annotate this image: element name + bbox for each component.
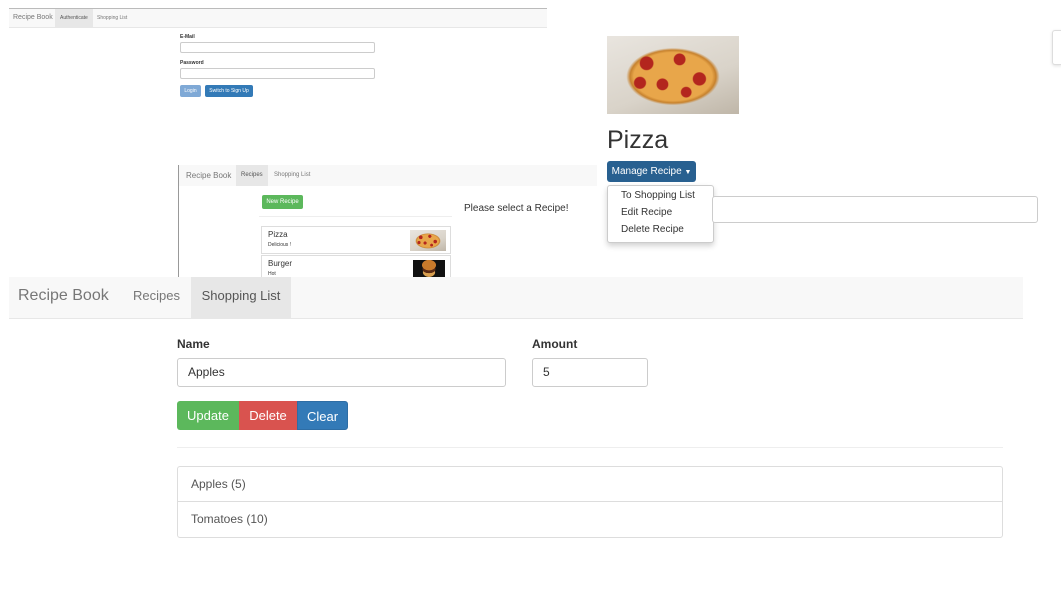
recipe-detail-panel: [712, 196, 1038, 223]
tab-recipes[interactable]: Recipes: [121, 277, 192, 318]
tab-shopping-list[interactable]: Shopping List: [191, 277, 291, 318]
shopping-list: Apples (5) Tomatoes (10): [177, 466, 1003, 538]
recipes-navbar-brand[interactable]: Recipe Book: [186, 171, 231, 180]
tab-shopping-list-small[interactable]: Shopping List: [97, 9, 127, 27]
divider: [177, 447, 1003, 448]
amount-input[interactable]: 5: [532, 358, 648, 387]
name-input[interactable]: Apples: [177, 358, 506, 387]
recipes-navbar: Recipe Book Recipes Shopping List: [179, 165, 597, 186]
main-navbar: Recipe Book Recipes Shopping List: [9, 277, 1023, 319]
main-navbar-brand[interactable]: Recipe Book: [18, 287, 109, 305]
recipe-list-item[interactable]: Pizza Delicious !: [261, 226, 451, 254]
list-item[interactable]: Apples (5): [178, 467, 1002, 502]
recipe-thumbnail: [413, 260, 445, 277]
list-item-label: Apples (5): [191, 477, 246, 491]
recipe-title: Pizza: [607, 126, 669, 154]
new-recipe-button[interactable]: New Recipe: [262, 195, 303, 209]
menu-item-edit-recipe[interactable]: Edit Recipe: [621, 207, 672, 218]
recipe-item-name: Pizza: [268, 230, 288, 239]
email-label: E-Mail: [180, 34, 195, 40]
manage-recipe-dropdown: To Shopping List Edit Recipe Delete Reci…: [607, 185, 714, 243]
manage-recipe-button[interactable]: Manage Recipe ▼: [607, 161, 696, 182]
clear-button[interactable]: Clear: [297, 401, 348, 430]
list-item-label: Tomatoes (10): [191, 512, 268, 526]
recipe-item-description: Delicious !: [268, 242, 292, 248]
name-label: Name: [177, 337, 210, 351]
auth-navbar-brand[interactable]: Recipe Book: [13, 14, 53, 21]
select-recipe-placeholder: Please select a Recipe!: [464, 203, 569, 214]
list-item[interactable]: Tomatoes (10): [178, 502, 1002, 537]
tab-shopping-list-label: Shopping List: [97, 15, 128, 21]
caret-down-icon: ▼: [684, 169, 692, 176]
recipe-list-item[interactable]: Burger Hot: [261, 255, 451, 277]
menu-item-delete-recipe[interactable]: Delete Recipe: [621, 224, 684, 235]
tab-recipes-label: Recipes: [241, 172, 263, 178]
tab-shopping-list-mid[interactable]: Shopping List: [274, 165, 310, 186]
update-button[interactable]: Update: [177, 401, 239, 430]
password-label: Password: [180, 60, 204, 66]
switch-to-signup-button[interactable]: Switch to Sign Up: [205, 85, 253, 97]
password-field[interactable]: [180, 68, 375, 79]
name-input-value: Apples: [188, 365, 225, 379]
manage-recipe-label: Manage Recipe: [611, 166, 682, 177]
edge-control: [1052, 30, 1061, 65]
tab-recipes-label: Recipes: [133, 288, 180, 303]
tab-authenticate-label: Authenticate: [60, 15, 88, 21]
login-button[interactable]: Login: [180, 85, 201, 97]
menu-item-to-shopping-list[interactable]: To Shopping List: [621, 190, 695, 201]
email-field[interactable]: [180, 42, 375, 53]
auth-navbar: Recipe Book Authenticate Shopping List: [9, 8, 547, 28]
tab-shopping-list-mid-label: Shopping List: [274, 172, 311, 178]
amount-input-value: 5: [543, 365, 550, 379]
delete-button[interactable]: Delete: [239, 401, 297, 430]
recipe-image: [607, 36, 739, 114]
amount-label: Amount: [532, 337, 578, 351]
divider: [259, 216, 452, 217]
tab-authenticate[interactable]: Authenticate: [55, 9, 93, 27]
tab-shopping-list-label: Shopping List: [201, 288, 281, 303]
recipe-thumbnail: [410, 230, 446, 251]
tab-recipes-small[interactable]: Recipes: [236, 165, 268, 186]
recipe-item-name: Burger: [268, 259, 293, 268]
